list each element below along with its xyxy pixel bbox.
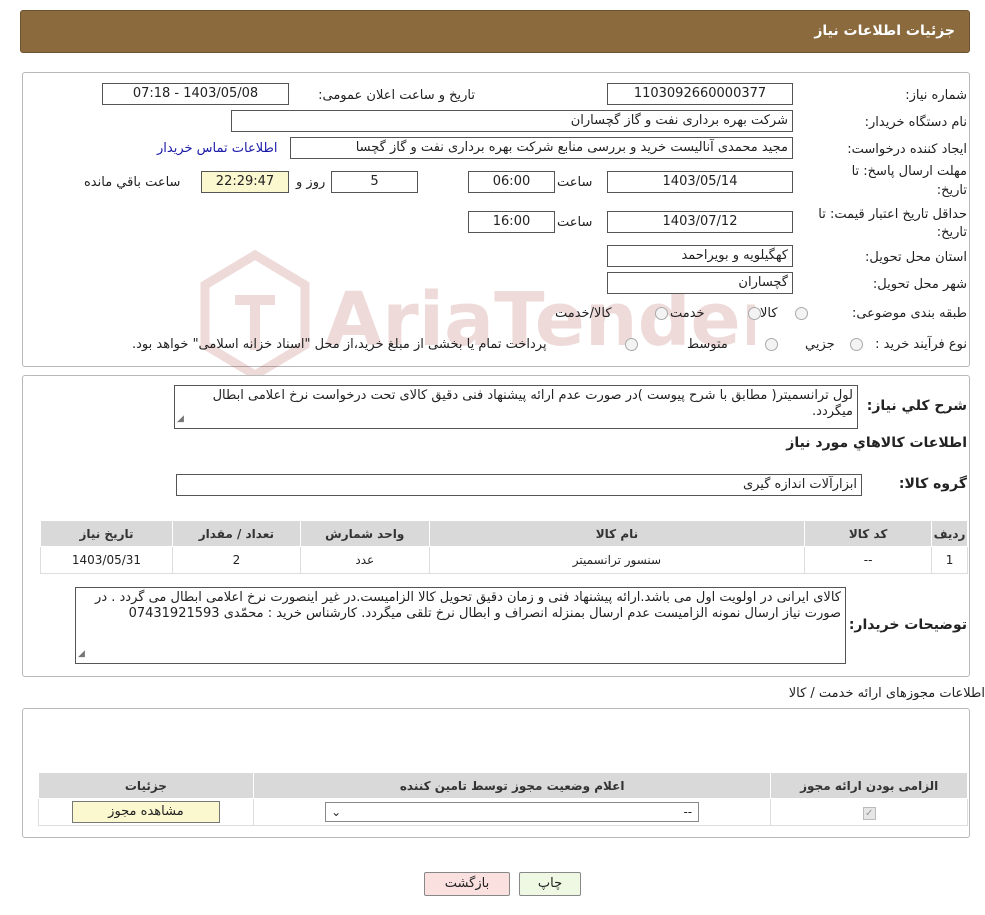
province-field: کهگیلویه و بویراحمد xyxy=(607,245,793,267)
table-row: ✓ -- ⌄ مشاهده مجوز xyxy=(38,798,968,826)
print-button[interactable]: چاپ xyxy=(519,872,581,896)
goods-group-label: گروه كالا: xyxy=(898,476,967,492)
view-permit-button[interactable]: مشاهده مجوز xyxy=(71,801,220,823)
col-row: رديف xyxy=(931,520,968,547)
cell-unit: عدد xyxy=(299,546,430,574)
deadline-label: مهلت ارسال پاسخ: تا xyxy=(851,164,967,179)
process-option-medium: متوسط xyxy=(687,337,728,352)
city-field: گچساران xyxy=(607,272,793,294)
category-option-service: خدمت xyxy=(670,306,705,321)
deadline-label-date: تاریخ: xyxy=(936,183,967,198)
city-label: شهر محل تحویل: xyxy=(872,277,967,292)
summary-text: لول ترانسمیتر( مطابق با شرح پیوست )در صو… xyxy=(212,388,853,419)
buyer-contact-link[interactable]: اطلاعات تماس خریدار xyxy=(157,141,277,156)
cell-permit-details: مشاهده مجوز xyxy=(38,798,254,826)
cell-permit-status: -- ⌄ xyxy=(252,798,772,826)
cell-permit-required: ✓ xyxy=(770,798,968,826)
need-number-label: شماره نیاز: xyxy=(905,88,967,103)
cell-name: سنسور ترانسمیتر xyxy=(428,546,806,574)
buyer-notes-text: کالای ایرانی در اولویت اول می باشد.ارائه… xyxy=(95,590,841,621)
announce-date-field: 1403/05/08 - 07:18 xyxy=(102,83,289,105)
resize-grip-icon[interactable]: ◢ xyxy=(78,646,85,662)
cell-row: 1 xyxy=(931,546,968,574)
process-radio-medium[interactable] xyxy=(765,338,778,351)
permit-required-checkbox[interactable]: ✓ xyxy=(862,806,876,820)
col-code: كد كالا xyxy=(804,520,933,547)
permits-section-title: اطلاعات مجوزهای ارائه خدمت / کالا xyxy=(788,686,985,701)
process-type-label: نوع فرآیند خرید : xyxy=(875,337,967,352)
cell-quantity: 2 xyxy=(171,546,301,574)
chevron-down-icon: ⌄ xyxy=(331,805,342,819)
goods-section-title: اطلاعات كالاهاي مورد نياز xyxy=(786,435,967,451)
creator-field: مجید محمدی آنالیست خرید و بررسی منابع شر… xyxy=(290,137,793,159)
deadline-date-field: 1403/05/14 xyxy=(607,171,793,193)
col-name: نام كالا xyxy=(428,520,806,547)
category-option-goods: کالا xyxy=(760,306,778,321)
creator-label: ایجاد کننده درخواست: xyxy=(847,142,967,157)
summary-textarea[interactable]: لول ترانسمیتر( مطابق با شرح پیوست )در صو… xyxy=(174,385,858,429)
permits-table: الزامی بودن ارائه مجوز اعلام وضعیت مجوز … xyxy=(38,772,968,826)
price-validity-date-field: 1403/07/12 xyxy=(607,211,793,233)
col-permit-required: الزامی بودن ارائه مجوز xyxy=(770,772,968,799)
category-option-goods-service: کالا/خدمت xyxy=(555,306,612,321)
deadline-time-label: ساعت xyxy=(557,175,593,190)
cell-code: -- xyxy=(804,546,933,574)
treasury-note: پرداخت تمام یا بخشی از مبلغ خرید،از محل … xyxy=(132,337,547,352)
table-row: 1 -- سنسور ترانسمیتر عدد 2 1403/05/31 xyxy=(40,546,968,574)
price-validity-time-label: ساعت xyxy=(557,215,593,230)
category-radio-goods[interactable] xyxy=(795,307,808,320)
col-need-date: تاريخ نياز xyxy=(40,520,173,547)
cell-need-date: 1403/05/31 xyxy=(40,546,173,574)
col-quantity: تعداد / مقدار xyxy=(171,520,301,547)
time-remaining-label: ساعت باقي مانده xyxy=(84,175,181,190)
goods-table-header: رديف كد كالا نام كالا واحد شمارش تعداد /… xyxy=(40,520,968,547)
category-radio-goods-service[interactable] xyxy=(655,307,668,320)
permit-status-select[interactable]: -- ⌄ xyxy=(325,802,700,822)
col-unit: واحد شمارش xyxy=(299,520,430,547)
process-option-minor: جزيي xyxy=(805,337,835,352)
time-remaining-field: 22:29:47 xyxy=(201,171,289,193)
announce-date-label: تاریخ و ساعت اعلان عمومی: xyxy=(318,88,475,103)
goods-group-field: ابزارآلات اندازه گیری xyxy=(176,474,862,496)
days-remaining-field: 5 xyxy=(331,171,418,193)
price-validity-time-field: 16:00 xyxy=(468,211,555,233)
goods-table: رديف كد كالا نام كالا واحد شمارش تعداد /… xyxy=(40,520,968,574)
page-header: جزئیات اطلاعات نیاز xyxy=(20,10,970,53)
buyer-org-field: شرکت بهره برداری نفت و گاز گچساران xyxy=(231,110,793,132)
days-label: روز و xyxy=(296,175,326,190)
treasury-checkbox[interactable] xyxy=(625,338,638,351)
need-number-field: 1103092660000377 xyxy=(607,83,793,105)
permit-status-value: -- xyxy=(683,805,693,819)
buyer-notes-label: توضيحات خريدار: xyxy=(848,617,967,633)
page-title: جزئیات اطلاعات نیاز xyxy=(814,23,955,39)
resize-grip-icon[interactable]: ◢ xyxy=(177,411,184,427)
back-button[interactable]: بازگشت xyxy=(424,872,510,896)
process-radio-minor[interactable] xyxy=(850,338,863,351)
buyer-org-label: نام دستگاه خریدار: xyxy=(864,115,967,130)
price-validity-label: حداقل تاریخ اعتبار قیمت: تا xyxy=(818,207,967,222)
price-validity-label-date: تاریخ: xyxy=(936,225,967,240)
permits-table-header: الزامی بودن ارائه مجوز اعلام وضعیت مجوز … xyxy=(38,772,968,799)
col-permit-status: اعلام وضعیت مجوز توسط تامین کننده xyxy=(252,772,772,799)
summary-label: شرح كلي نياز: xyxy=(866,398,967,414)
deadline-time-field: 06:00 xyxy=(468,171,555,193)
category-radio-service[interactable] xyxy=(748,307,761,320)
col-permit-details: جزئیات xyxy=(38,772,254,799)
category-label: طبقه بندی موضوعی: xyxy=(851,306,967,321)
buyer-notes-textarea[interactable]: کالای ایرانی در اولویت اول می باشد.ارائه… xyxy=(75,587,846,664)
province-label: استان محل تحویل: xyxy=(865,250,967,265)
